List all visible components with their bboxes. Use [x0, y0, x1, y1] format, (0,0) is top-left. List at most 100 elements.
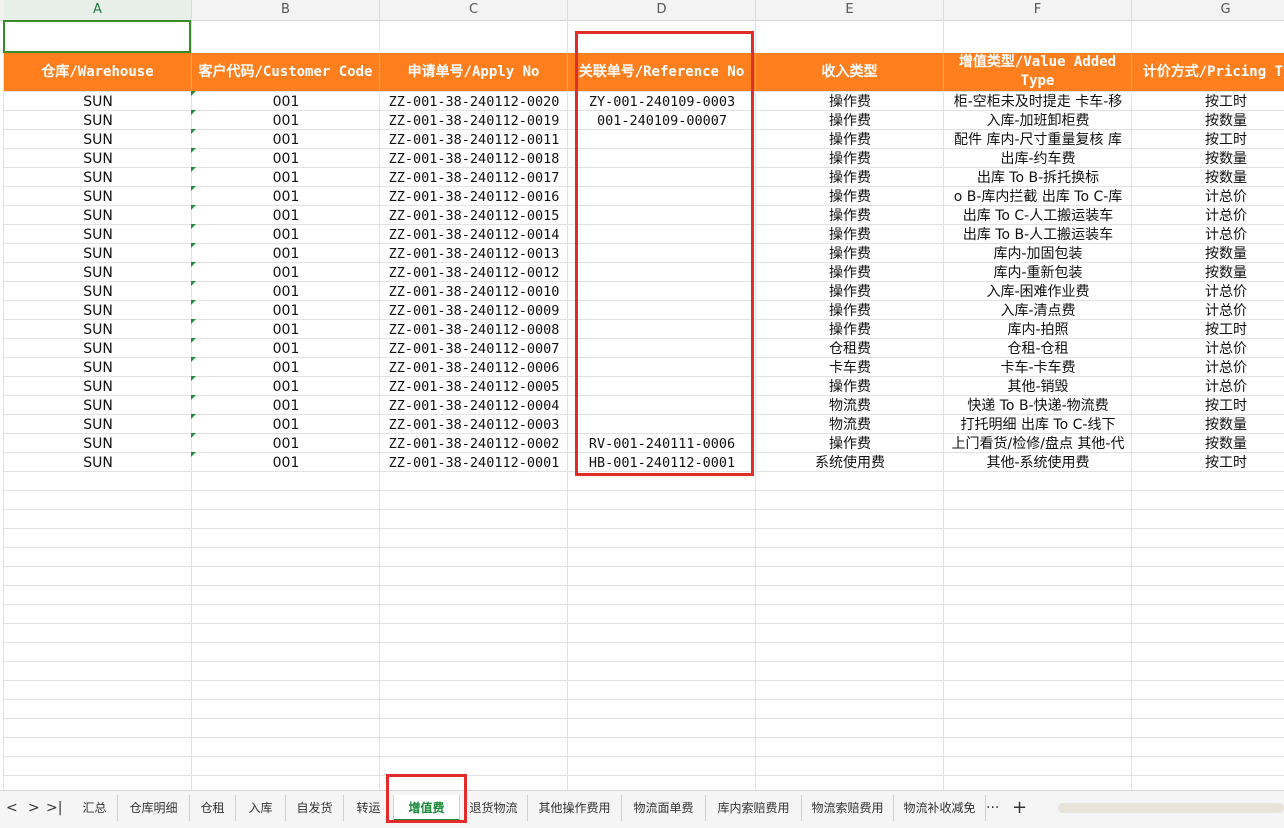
apply-no-cell[interactable]: ZZ-001-38-240112-0004	[380, 397, 568, 416]
income-type-cell[interactable]: 物流费	[756, 416, 944, 435]
pricing-type-cell[interactable]: 按工时	[1132, 321, 1284, 340]
apply-no-cell[interactable]: ZZ-001-38-240112-0005	[380, 378, 568, 397]
warehouse-cell[interactable]: SUN	[4, 207, 192, 226]
customer-code-cell[interactable]: 001	[192, 188, 380, 207]
horizontal-scrollbar[interactable]	[1058, 803, 1284, 813]
customer-code-cell[interactable]: 001	[192, 264, 380, 283]
value-added-type-cell[interactable]: 出库-约车费	[944, 150, 1132, 169]
tab-prev-button[interactable]: <	[6, 795, 18, 821]
warehouse-cell[interactable]: SUN	[4, 93, 192, 112]
warehouse-cell[interactable]: SUN	[4, 112, 192, 131]
apply-no-cell[interactable]: ZZ-001-38-240112-0014	[380, 226, 568, 245]
sheet-tab[interactable]: 库内索赔费用	[706, 795, 802, 821]
pricing-type-cell[interactable]: 按数量	[1132, 416, 1284, 435]
warehouse-cell[interactable]: SUN	[4, 150, 192, 169]
customer-code-cell[interactable]: 001	[192, 302, 380, 321]
value-added-type-cell[interactable]: 其他-销毁	[944, 378, 1132, 397]
sheet-tab[interactable]: 物流索赔费用	[802, 795, 894, 821]
warehouse-cell[interactable]: SUN	[4, 245, 192, 264]
customer-code-cell[interactable]: 001	[192, 112, 380, 131]
pricing-type-cell[interactable]: 按工时	[1132, 454, 1284, 473]
warehouse-cell[interactable]: SUN	[4, 340, 192, 359]
income-type-cell[interactable]: 系统使用费	[756, 454, 944, 473]
warehouse-cell[interactable]: SUN	[4, 397, 192, 416]
column-header-a[interactable]: A	[4, 0, 192, 20]
apply-no-cell[interactable]: ZZ-001-38-240112-0008	[380, 321, 568, 340]
apply-no-cell[interactable]: ZZ-001-38-240112-0016	[380, 188, 568, 207]
sheet-tab[interactable]: 汇总	[72, 795, 118, 821]
warehouse-cell[interactable]: SUN	[4, 188, 192, 207]
sheet-tab[interactable]: 入库	[236, 795, 286, 821]
warehouse-cell[interactable]: SUN	[4, 416, 192, 435]
value-added-type-cell[interactable]: 库内-重新包装	[944, 264, 1132, 283]
income-type-cell[interactable]: 操作费	[756, 283, 944, 302]
apply-no-cell[interactable]: ZZ-001-38-240112-0011	[380, 131, 568, 150]
pricing-type-cell[interactable]: 计总价	[1132, 188, 1284, 207]
header-pricing-type[interactable]: 计价方式/Pricing Type	[1132, 53, 1284, 91]
apply-no-cell[interactable]: ZZ-001-38-240112-0019	[380, 112, 568, 131]
apply-no-cell[interactable]: ZZ-001-38-240112-0002	[380, 435, 568, 454]
value-added-type-cell[interactable]: 出库 To B-拆托换标	[944, 169, 1132, 188]
value-added-type-cell[interactable]: 出库 To B-人工搬运装车	[944, 226, 1132, 245]
customer-code-cell[interactable]: 001	[192, 378, 380, 397]
customer-code-cell[interactable]: 001	[192, 435, 380, 454]
apply-no-cell[interactable]: ZZ-001-38-240112-0003	[380, 416, 568, 435]
apply-no-cell[interactable]: ZZ-001-38-240112-0012	[380, 264, 568, 283]
value-added-type-cell[interactable]: 入库-困难作业费	[944, 283, 1132, 302]
value-added-type-cell[interactable]: 柜-空柜未及时提走 卡车-移	[944, 93, 1132, 112]
header-value-added-type[interactable]: 增值类型/Value Added Type	[944, 53, 1132, 91]
pricing-type-cell[interactable]: 计总价	[1132, 378, 1284, 397]
header-customer-code[interactable]: 客户代码/Customer Code	[192, 53, 380, 91]
warehouse-cell[interactable]: SUN	[4, 264, 192, 283]
apply-no-cell[interactable]: ZZ-001-38-240112-0015	[380, 207, 568, 226]
pricing-type-cell[interactable]: 按工时	[1132, 93, 1284, 112]
value-added-type-cell[interactable]: 快递 To B-快递-物流费	[944, 397, 1132, 416]
value-added-type-cell[interactable]: 仓租-仓租	[944, 340, 1132, 359]
value-added-type-cell[interactable]: 库内-拍照	[944, 321, 1132, 340]
warehouse-cell[interactable]: SUN	[4, 359, 192, 378]
value-added-type-cell[interactable]: 入库-清点费	[944, 302, 1132, 321]
warehouse-cell[interactable]: SUN	[4, 454, 192, 473]
warehouse-cell[interactable]: SUN	[4, 169, 192, 188]
income-type-cell[interactable]: 操作费	[756, 245, 944, 264]
pricing-type-cell[interactable]: 按数量	[1132, 264, 1284, 283]
sheet-tab[interactable]: 退货物流	[460, 795, 528, 821]
customer-code-cell[interactable]: 001	[192, 340, 380, 359]
warehouse-cell[interactable]: SUN	[4, 302, 192, 321]
apply-no-cell[interactable]: ZZ-001-38-240112-0006	[380, 359, 568, 378]
value-added-type-cell[interactable]: 库内-加固包装	[944, 245, 1132, 264]
pricing-type-cell[interactable]: 计总价	[1132, 359, 1284, 378]
apply-no-cell[interactable]: ZZ-001-38-240112-0010	[380, 283, 568, 302]
pricing-type-cell[interactable]: 计总价	[1132, 207, 1284, 226]
apply-no-cell[interactable]: ZZ-001-38-240112-0007	[380, 340, 568, 359]
value-added-type-cell[interactable]: 打托明细 出库 To C-线下	[944, 416, 1132, 435]
income-type-cell[interactable]: 操作费	[756, 93, 944, 112]
income-type-cell[interactable]: 操作费	[756, 188, 944, 207]
apply-no-cell[interactable]: ZZ-001-38-240112-0018	[380, 150, 568, 169]
customer-code-cell[interactable]: 001	[192, 131, 380, 150]
customer-code-cell[interactable]: 001	[192, 207, 380, 226]
pricing-type-cell[interactable]: 按工时	[1132, 131, 1284, 150]
selected-cell-a1[interactable]	[3, 20, 191, 53]
tab-next-button[interactable]: >	[28, 795, 40, 821]
customer-code-cell[interactable]: 001	[192, 169, 380, 188]
customer-code-cell[interactable]: 001	[192, 397, 380, 416]
income-type-cell[interactable]: 操作费	[756, 378, 944, 397]
pricing-type-cell[interactable]: 按工时	[1132, 397, 1284, 416]
value-added-type-cell[interactable]: 出库 To C-人工搬运装车	[944, 207, 1132, 226]
income-type-cell[interactable]: 操作费	[756, 264, 944, 283]
apply-no-cell[interactable]: ZZ-001-38-240112-0013	[380, 245, 568, 264]
sheet-tab[interactable]: 物流补收减免	[894, 795, 986, 821]
warehouse-cell[interactable]: SUN	[4, 435, 192, 454]
income-type-cell[interactable]: 操作费	[756, 226, 944, 245]
income-type-cell[interactable]: 操作费	[756, 302, 944, 321]
income-type-cell[interactable]: 操作费	[756, 321, 944, 340]
value-added-type-cell[interactable]: 配件 库内-尺寸重量复核 库	[944, 131, 1132, 150]
income-type-cell[interactable]: 操作费	[756, 169, 944, 188]
customer-code-cell[interactable]: 001	[192, 93, 380, 112]
pricing-type-cell[interactable]: 按数量	[1132, 245, 1284, 264]
apply-no-cell[interactable]: ZZ-001-38-240112-0001	[380, 454, 568, 473]
income-type-cell[interactable]: 仓租费	[756, 340, 944, 359]
pricing-type-cell[interactable]: 按数量	[1132, 112, 1284, 131]
customer-code-cell[interactable]: 001	[192, 245, 380, 264]
